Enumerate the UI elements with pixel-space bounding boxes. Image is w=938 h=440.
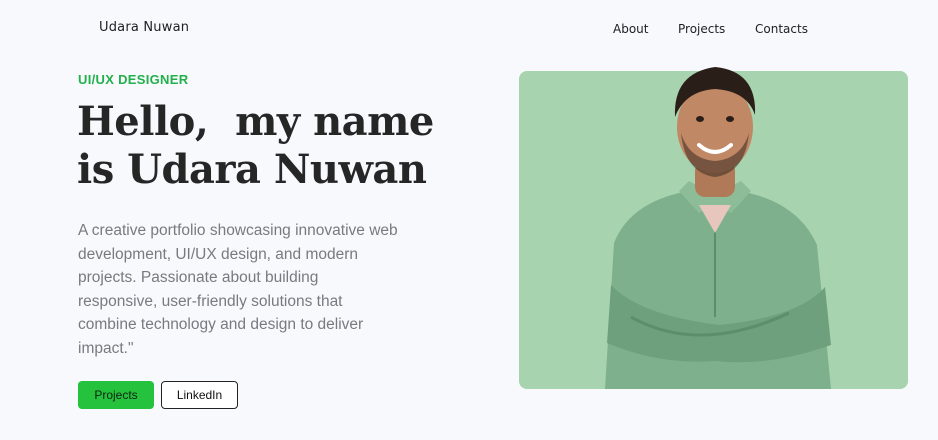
profile-photo xyxy=(605,67,831,389)
profile-photo-card xyxy=(519,67,908,389)
projects-button[interactable]: Projects xyxy=(78,381,154,409)
headline-line-1: Hello, my name xyxy=(77,98,434,145)
nav-link-projects[interactable]: Projects xyxy=(678,22,755,36)
linkedin-button[interactable]: LinkedIn xyxy=(161,381,238,409)
hero-headline: Hello, my name is Udara Nuwan xyxy=(77,98,457,194)
nav-link-contacts[interactable]: Contacts xyxy=(755,22,808,36)
hero-description: A creative portfolio showcasing innovati… xyxy=(78,222,398,357)
site-logo[interactable]: Udara Nuwan xyxy=(99,20,189,35)
headline-line-2: is Udara Nuwan xyxy=(77,146,427,193)
nav-link-about[interactable]: About xyxy=(613,22,678,36)
role-eyebrow: UI/UX DESIGNER xyxy=(78,72,189,87)
top-nav: About Projects Contacts xyxy=(613,22,808,36)
portfolio-page: Udara Nuwan About Projects Contacts UI/U… xyxy=(0,0,938,440)
